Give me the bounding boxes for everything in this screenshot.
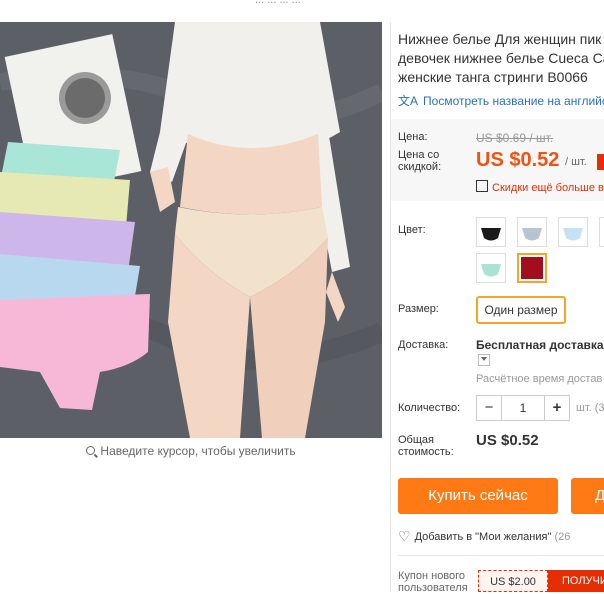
qr-code-icon: [476, 180, 488, 192]
wishlist-count: (26: [554, 531, 571, 543]
quantity-label: Количество:: [398, 402, 461, 414]
buy-now-button[interactable]: Купить сейчас: [398, 478, 558, 514]
magnifier-icon: [86, 446, 96, 455]
sale-price: US $0.52: [476, 149, 560, 171]
product-main-image[interactable]: [0, 22, 382, 438]
product-photo-illustration: [0, 22, 382, 438]
product-title-line-1: Нижнее белье Для женщин пик: [398, 31, 602, 47]
color-swatch-black-image: [481, 228, 501, 241]
color-swatch-light-blue-image: [563, 228, 583, 241]
new-user-coupon-label: Купон нового пользователя: [398, 570, 468, 594]
quantity-input[interactable]: 1: [502, 396, 544, 420]
translate-title-link[interactable]: 文A Посмотреть название на английс: [398, 92, 604, 109]
color-label: Цвет:: [398, 224, 426, 236]
color-swatch-burgundy-image: [521, 257, 543, 279]
total-price: US $0.52: [476, 432, 539, 449]
price-per-unit: / шт.: [565, 156, 587, 168]
color-swatch-mint[interactable]: [476, 253, 506, 283]
coupon-value: US $2.00: [478, 570, 548, 592]
discount-badge: [597, 154, 604, 170]
shipping-method[interactable]: Бесплатная доставка в: [476, 338, 604, 352]
quantity-increase-button[interactable]: +: [544, 396, 569, 420]
get-coupon-button[interactable]: ПОЛУЧИ: [548, 570, 604, 592]
top-fragment-text: ... ... ... ...: [255, 0, 301, 6]
coupon-label-line-2: пользователя: [398, 582, 468, 594]
color-swatch-more[interactable]: [599, 217, 604, 247]
product-title-line-2: девочек нижнее белье Cueca Ca: [398, 50, 604, 66]
color-swatch-gray-blue[interactable]: [517, 217, 547, 247]
translate-link-text: Посмотреть название на английс: [423, 94, 604, 108]
coupon-label-line-1: Купон нового: [398, 570, 466, 582]
color-swatch-mint-image: [481, 264, 501, 277]
shipping-dropdown-chevron-icon[interactable]: [478, 354, 490, 366]
discount-price-label-2: скидкой:: [398, 161, 442, 173]
color-swatch-light-blue[interactable]: [558, 217, 588, 247]
translate-icon: 文A: [398, 94, 419, 108]
product-title: Нижнее белье Для женщин пик девочек нижн…: [398, 30, 604, 87]
shipping-estimated-time: Расчётное время достав: [476, 373, 603, 385]
section-divider: [398, 555, 604, 556]
price-label: Цена:: [398, 131, 428, 143]
product-title-line-3: женские танга стринги B0066: [398, 69, 588, 85]
add-to-wishlist-link[interactable]: ♡ Добавить в "Мои желания" (26: [398, 527, 570, 544]
heart-icon: ♡: [398, 528, 411, 544]
color-swatch-burgundy-selected[interactable]: [517, 253, 547, 283]
add-to-cart-button[interactable]: Д: [571, 478, 604, 514]
column-divider: [390, 22, 391, 592]
quantity-decrease-button[interactable]: −: [477, 396, 502, 420]
size-label: Размер:: [398, 303, 439, 315]
quantity-unit: шт. (3: [576, 402, 604, 414]
top-strip: ... ... ... ...: [0, 0, 604, 22]
quantity-stepper: − 1 +: [476, 395, 570, 421]
zoom-hint: Наведите курсор, чтобы увеличить: [0, 444, 382, 458]
extra-discount-text: Скидки ещё больше в: [492, 182, 604, 194]
color-swatch-gray-blue-image: [522, 228, 542, 241]
shipping-label: Доставка:: [398, 339, 449, 351]
extra-discount-link[interactable]: Скидки ещё больше в: [476, 179, 604, 194]
wishlist-text: Добавить в "Мои желания": [414, 531, 552, 543]
total-label-2: стоимость:: [398, 446, 454, 458]
zoom-hint-text: Наведите курсор, чтобы увеличить: [100, 444, 296, 458]
size-option-one-size[interactable]: Один размер: [476, 296, 566, 324]
color-swatch-black[interactable]: [476, 217, 506, 247]
old-price: US $0.69 / шт.: [476, 131, 554, 145]
